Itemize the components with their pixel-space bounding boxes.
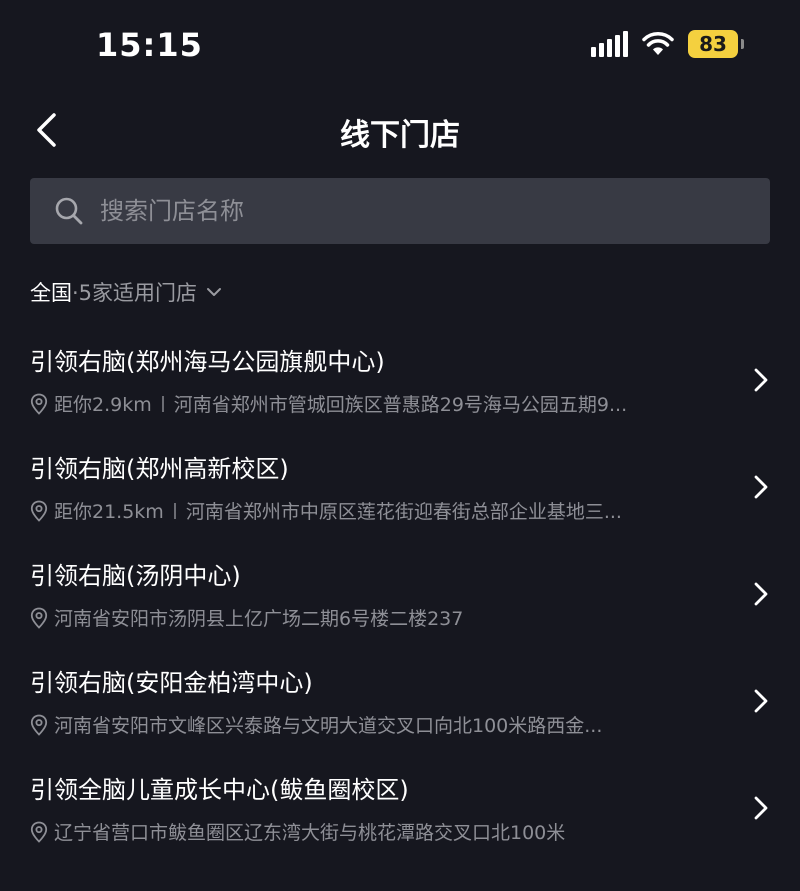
store-info: 距你2.9km 河南省郑州市管城回族区普惠路29号海马公园五期9...: [30, 390, 720, 417]
store-item[interactable]: 引领右脑(安阳金柏湾中心) 河南省安阳市文峰区兴泰路与文明大道交叉口向北100米…: [0, 649, 800, 756]
location-pin-icon: [30, 821, 50, 843]
search-box[interactable]: [30, 178, 770, 244]
store-address: 河南省安阳市汤阴县上亿广场二期6号楼二楼237: [54, 608, 464, 630]
nav-bar: 线下门店: [0, 96, 800, 166]
signal-bars-icon: [591, 31, 628, 57]
store-info: 河南省安阳市文峰区兴泰路与文明大道交叉口向北100米路西金...: [30, 711, 720, 738]
store-address: 辽宁省营口市鲅鱼圈区辽东湾大街与桃花潭路交叉口北100米: [54, 822, 566, 844]
search-input[interactable]: [98, 185, 770, 237]
chevron-down-icon: [205, 283, 223, 301]
status-icons: 83: [591, 30, 744, 58]
status-time: 15:15: [96, 26, 203, 64]
status-bar: 15:15 83: [0, 0, 800, 96]
store-address: 河南省郑州市中原区莲花街迎春街总部企业基地三...: [185, 501, 622, 523]
store-name: 引领全脑儿童成长中心(鲅鱼圈校区): [30, 776, 409, 804]
store-item[interactable]: 引领右脑(郑州高新校区) 距你21.5km 河南省郑州市中原区莲花街迎春街总部企…: [0, 435, 800, 542]
distance-separator: [161, 395, 164, 412]
store-name: 引领右脑(郑州海马公园旗舰中心): [30, 348, 385, 376]
location-pin-icon: [30, 393, 50, 415]
chevron-right-icon: [750, 687, 772, 715]
store-item[interactable]: 引领右脑(郑州海马公园旗舰中心) 距你2.9km 河南省郑州市管城回族区普惠路2…: [0, 328, 800, 435]
store-item[interactable]: 引领右脑(汤阴中心) 河南省安阳市汤阴县上亿广场二期6号楼二楼237: [0, 542, 800, 649]
location-pin-icon: [30, 607, 50, 629]
distance-separator: [173, 502, 176, 519]
chevron-right-icon: [750, 366, 772, 394]
store-address: 河南省郑州市管城回族区普惠路29号海马公园五期9...: [173, 394, 628, 416]
store-distance: 距你21.5km: [54, 501, 164, 523]
store-address: 河南省安阳市文峰区兴泰路与文明大道交叉口向北100米路西金...: [54, 715, 603, 737]
store-info: 辽宁省营口市鲅鱼圈区辽东湾大街与桃花潭路交叉口北100米: [30, 818, 720, 845]
location-pin-icon: [30, 500, 50, 522]
region-filter[interactable]: 全国 ·5家适用门店: [30, 272, 223, 312]
search-icon: [54, 196, 84, 226]
wifi-icon: [642, 32, 674, 55]
store-item[interactable]: 引领全脑儿童成长中心(鲅鱼圈校区) 辽宁省营口市鲅鱼圈区辽东湾大街与桃花潭路交叉…: [0, 756, 800, 863]
chevron-right-icon: [750, 794, 772, 822]
filter-store-count: ·5家适用门店: [72, 281, 198, 305]
location-pin-icon: [30, 714, 50, 736]
store-info: 河南省安阳市汤阴县上亿广场二期6号楼二楼237: [30, 604, 720, 631]
store-list: 引领右脑(郑州海马公园旗舰中心) 距你2.9km 河南省郑州市管城回族区普惠路2…: [0, 328, 800, 863]
chevron-right-icon: [750, 473, 772, 501]
page-title: 线下门店: [340, 118, 460, 153]
store-name: 引领右脑(汤阴中心): [30, 562, 241, 590]
battery-level: 83: [699, 32, 727, 56]
filter-region: 全国: [30, 281, 72, 305]
chevron-right-icon: [750, 580, 772, 608]
store-distance: 距你2.9km: [54, 394, 152, 416]
battery-indicator: 83: [688, 30, 744, 58]
store-name: 引领右脑(郑州高新校区): [30, 455, 289, 483]
store-info: 距你21.5km 河南省郑州市中原区莲花街迎春街总部企业基地三...: [30, 497, 720, 524]
store-name: 引领右脑(安阳金柏湾中心): [30, 669, 313, 697]
